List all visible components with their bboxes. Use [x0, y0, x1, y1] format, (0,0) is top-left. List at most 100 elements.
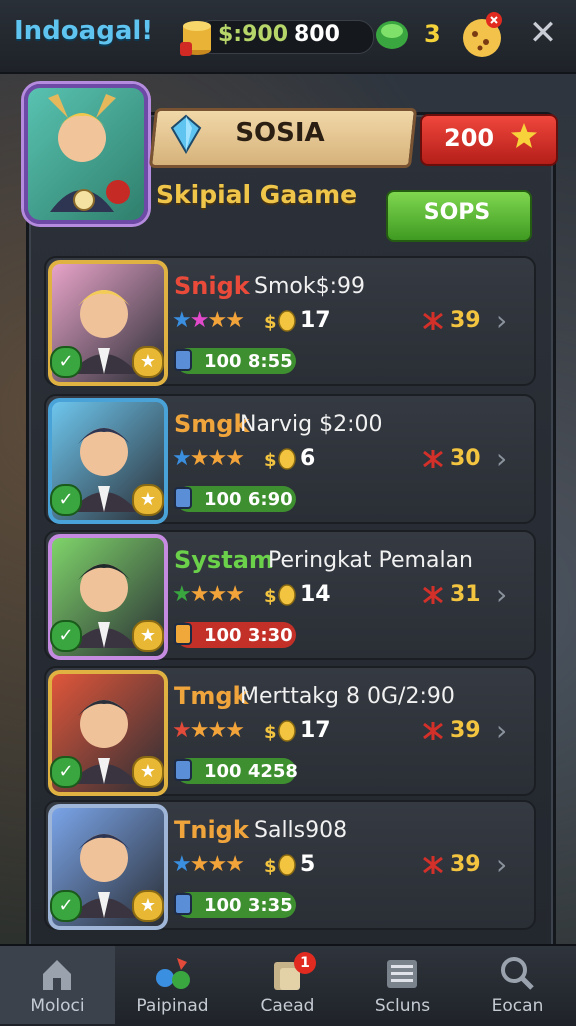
character-name: Systam [174, 546, 274, 574]
rating-star-icon: ★ [207, 308, 227, 333]
search-icon [501, 957, 534, 990]
bug-icon [423, 722, 443, 740]
tab-label: Scluns [374, 996, 431, 1016]
xp-text: 100 8:55 [204, 351, 293, 372]
chevron-right-icon[interactable]: › [496, 578, 507, 611]
rating-star-icon: ★ [207, 446, 227, 471]
character-name: Tmgk [174, 682, 249, 710]
egg-icon [278, 720, 296, 742]
character-card[interactable]: ✓ ★ Systam Peringkat Pemalan ★★★★ $ 14 3… [44, 530, 536, 660]
character-subtitle: Peringkat Pemalan [268, 548, 474, 573]
star-icon [511, 123, 537, 148]
egg-icon [278, 448, 296, 470]
rating-star-icon: ★ [189, 852, 210, 877]
rating-star-icon: ★ [172, 582, 192, 607]
character-stat: 17 [300, 308, 331, 333]
rating-star-icon: ★ [172, 446, 192, 471]
character-subtitle: Narvig $2:00 [240, 412, 383, 437]
character-stat: 6 [300, 446, 316, 471]
rank-medal-icon: ★ [132, 890, 164, 922]
crystal-icon [170, 114, 202, 154]
trophy-icon [174, 487, 192, 509]
egg-icon [278, 854, 296, 876]
coin-amount-secondary: 800 [294, 22, 340, 47]
trophy-icon [174, 349, 192, 371]
currency-icon: $ [264, 450, 277, 471]
star-rating: ★★★★ [172, 308, 245, 333]
bug-value: 39 [450, 308, 481, 333]
character-name: Tnigk [174, 816, 249, 844]
coin-stack-icon [180, 21, 211, 56]
rating-star-icon: ★ [225, 308, 245, 333]
xp-text: 100 6:90 [204, 489, 293, 510]
bug-icon [423, 856, 443, 874]
character-subtitle: Salls908 [254, 818, 348, 843]
rating-star-icon: ★ [172, 718, 192, 743]
rating-star-icon: ★ [207, 582, 227, 607]
team-icon [156, 958, 190, 989]
status-check-icon: ✓ [50, 890, 82, 922]
character-stat: 14 [300, 582, 331, 607]
chevron-right-icon[interactable]: › [496, 848, 507, 881]
currency-icon: $ [264, 722, 277, 743]
tab-label: Moloci [30, 996, 85, 1016]
tab-cards[interactable]: Caead 1 [230, 946, 345, 1024]
rank-medal-icon: ★ [132, 756, 164, 788]
character-card[interactable]: ✓ ★ Tmgk Merttakg 8 0G/2:90 ★★★★ $ 17 39… [44, 666, 536, 796]
rating-star-icon: ★ [189, 446, 210, 471]
gem-count: 3 [424, 20, 441, 48]
trophy-icon [174, 759, 192, 781]
score-value: 200 [444, 124, 495, 152]
bug-value: 31 [450, 582, 481, 607]
rank-medal-icon: ★ [132, 620, 164, 652]
banner-label: SOSIA [235, 118, 325, 148]
status-check-icon: ✓ [50, 346, 82, 378]
rating-star-icon: ★ [207, 718, 227, 743]
tab-search[interactable]: Eocan [460, 946, 575, 1024]
rating-star-icon: ★ [225, 582, 245, 607]
cookie-icon[interactable] [460, 12, 504, 58]
tab-label: Eocan [491, 996, 544, 1016]
chevron-right-icon[interactable]: › [496, 304, 507, 337]
status-check-icon: ✓ [50, 620, 82, 652]
bug-value: 30 [450, 446, 481, 471]
rating-star-icon: ★ [189, 718, 210, 743]
close-button[interactable]: ✕ [526, 16, 560, 50]
character-stat: 5 [300, 852, 316, 877]
chevron-right-icon[interactable]: › [496, 442, 507, 475]
bug-icon [423, 586, 443, 604]
character-card[interactable]: ✓ ★ Tnigk Salls908 ★★★★ $ 5 39 › 100 3:3… [44, 800, 536, 930]
xp-text: 100 3:30 [204, 625, 293, 646]
rating-star-icon: ★ [225, 852, 245, 877]
character-stat: 17 [300, 718, 331, 743]
currency-icon: $ [264, 586, 277, 607]
tab-label: Paipinad [136, 996, 209, 1016]
tab-list[interactable]: Scluns [345, 946, 460, 1024]
character-card[interactable]: ✓ ★ Smgk Narvig $2:00 ★★★★ $ 6 30 › 100 … [44, 394, 536, 524]
character-name: Snigk [174, 272, 250, 300]
bug-value: 39 [450, 718, 481, 743]
home-icon [43, 960, 71, 990]
bug-icon [423, 312, 443, 330]
character-card[interactable]: ✓ ★ Snigk Smok$:99 ★★★★ $ 17 39 › 100 8:… [44, 256, 536, 386]
screen-subtitle: Skipial Gaame [156, 180, 358, 209]
bug-value: 39 [450, 852, 481, 877]
currency-icon: $ [264, 856, 277, 877]
hero-avatar-icon [48, 94, 130, 212]
rating-star-icon: ★ [207, 852, 227, 877]
character-name: Smgk [174, 410, 250, 438]
tab-label: Caead [260, 996, 315, 1016]
rank-medal-icon: ★ [132, 346, 164, 378]
list-icon [387, 960, 417, 988]
rating-star-icon: ★ [189, 582, 210, 607]
tab-home[interactable]: Moloci [0, 946, 115, 1024]
rating-star-icon: ★ [172, 308, 192, 333]
xp-text: 100 4258 [204, 761, 298, 782]
tab-team[interactable]: Paipinad [115, 946, 230, 1024]
egg-icon [278, 310, 296, 332]
chevron-right-icon[interactable]: › [496, 714, 507, 747]
egg-icon [278, 584, 296, 606]
rating-star-icon: ★ [225, 446, 245, 471]
star-rating: ★★★★ [172, 718, 245, 743]
notification-badge: 1 [294, 952, 316, 974]
